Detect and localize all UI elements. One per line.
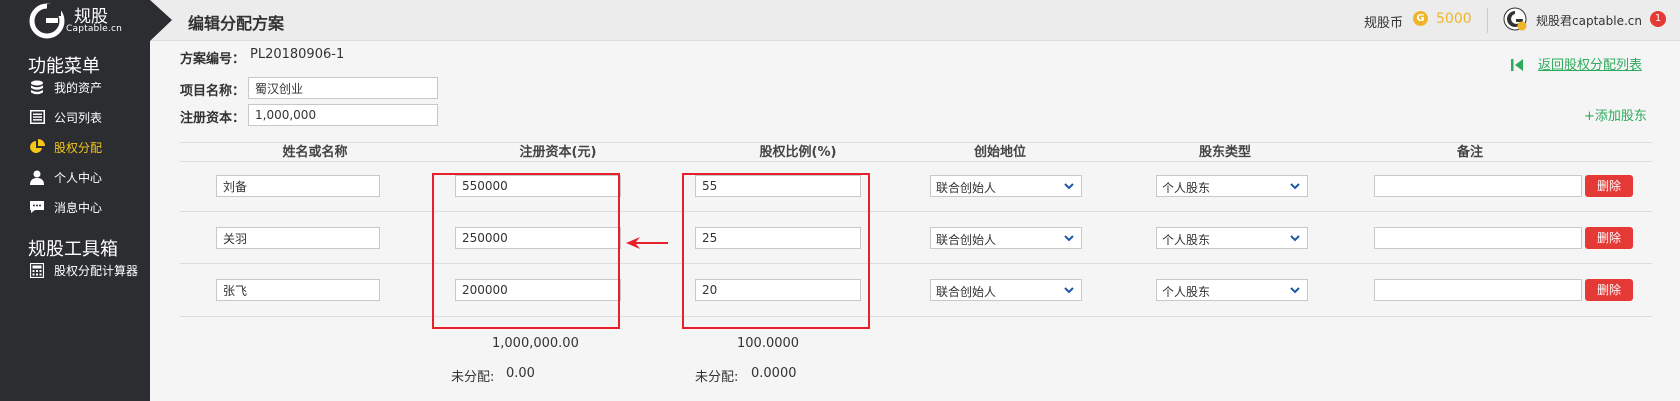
- founder-select[interactable]: 联合创始人: [930, 279, 1082, 301]
- sidebar-item-label: 股权分配: [54, 140, 103, 155]
- note-input[interactable]: [1374, 279, 1582, 301]
- sidebar-item-label: 个人中心: [54, 170, 103, 185]
- shareholder-type-select[interactable]: 个人股东: [1156, 227, 1308, 249]
- logo[interactable]: 规股 Captable.cn: [0, 0, 150, 41]
- notification-badge[interactable]: 1: [1650, 11, 1666, 27]
- add-shareholder-link[interactable]: +添加股东: [1584, 105, 1647, 124]
- sidebar-item-assets[interactable]: 我的资产: [28, 77, 102, 97]
- brand-sub: Captable.cn: [66, 24, 123, 34]
- founder-select-value: 联合创始人: [936, 233, 997, 247]
- avatar[interactable]: [1502, 6, 1528, 32]
- chevron-down-icon: [1064, 235, 1074, 242]
- header-divider: [1487, 8, 1488, 33]
- type-select-value: 个人股东: [1162, 285, 1211, 299]
- database-icon: [28, 79, 46, 95]
- sidebar-item-messages[interactable]: 消息中心: [28, 197, 102, 217]
- name-input[interactable]: [216, 227, 380, 249]
- sidebar-item-label: 消息中心: [54, 200, 103, 215]
- calculator-icon: [28, 262, 46, 278]
- capital-input[interactable]: [248, 104, 438, 126]
- coin-label: 规股币: [1364, 16, 1404, 31]
- capital-unallocated-label: 未分配:: [451, 370, 495, 385]
- col-header-capital: 注册资本(元): [519, 145, 597, 160]
- chevron-down-icon: [1290, 287, 1300, 294]
- founder-select[interactable]: 联合创始人: [930, 227, 1082, 249]
- menu-section-title: 功能菜单: [28, 56, 100, 77]
- name-input[interactable]: [216, 175, 380, 197]
- row-divider: [180, 211, 1652, 212]
- sidebar-item-profile[interactable]: 个人中心: [28, 167, 102, 187]
- type-select-value: 个人股东: [1162, 233, 1211, 247]
- row-divider: [180, 316, 1652, 317]
- col-header-founder: 创始地位: [973, 145, 1026, 160]
- back-arrow-icon: [1511, 59, 1523, 71]
- ratio-unallocated-label: 未分配:: [695, 370, 739, 385]
- app-root: 规股 Captable.cn 功能菜单 我的资产 公司列表 股权分配 个人中心 …: [0, 0, 1680, 401]
- page-title: 编辑分配方案: [188, 14, 285, 33]
- col-header-name: 姓名或名称: [282, 145, 348, 160]
- logo-icon: [29, 3, 65, 39]
- ratio-unallocated-value: 0.0000: [751, 366, 797, 381]
- arrow-left-icon: [626, 237, 668, 249]
- message-icon: [28, 199, 46, 215]
- sidebar-item-label: 股权分配计算器: [54, 263, 139, 278]
- col-header-ratio: 股权比例(%): [759, 145, 837, 160]
- delete-button[interactable]: 删除: [1585, 175, 1633, 197]
- pie-chart-icon: [28, 139, 46, 155]
- chevron-down-icon: [1290, 235, 1300, 242]
- sidebar-item-label: 公司列表: [54, 110, 103, 125]
- coin-icon: G: [1413, 11, 1428, 26]
- list-icon: [28, 109, 46, 125]
- ratio-total: 100.0000: [737, 336, 800, 351]
- type-select-value: 个人股东: [1162, 181, 1211, 195]
- founder-select[interactable]: 联合创始人: [930, 175, 1082, 197]
- project-name-input[interactable]: [248, 77, 438, 99]
- user-name[interactable]: 规股君captable.cn: [1536, 12, 1642, 29]
- founder-select-value: 联合创始人: [936, 181, 997, 195]
- col-header-note: 备注: [1456, 145, 1483, 160]
- shareholder-type-select[interactable]: 个人股东: [1156, 279, 1308, 301]
- row-divider: [180, 263, 1652, 264]
- capital-column-highlight: [432, 173, 620, 329]
- note-input[interactable]: [1374, 175, 1582, 197]
- coin-balance: 5000: [1436, 11, 1472, 27]
- plan-no-label: 方案编号：: [180, 52, 246, 67]
- shareholder-type-select[interactable]: 个人股东: [1156, 175, 1308, 197]
- chevron-down-icon: [1290, 183, 1300, 190]
- sidebar-item-label: 我的资产: [54, 80, 103, 95]
- chevron-down-icon: [1064, 183, 1074, 190]
- delete-button[interactable]: 删除: [1585, 279, 1633, 301]
- tools-section-title: 规股工具箱: [28, 239, 118, 260]
- sidebar-item-companies[interactable]: 公司列表: [28, 107, 102, 127]
- chevron-down-icon: [1064, 287, 1074, 294]
- founder-select-value: 联合创始人: [936, 285, 997, 299]
- project-name-label: 项目名称：: [180, 84, 246, 99]
- ratio-column-highlight: [682, 173, 870, 329]
- sidebar-item-calculator[interactable]: 股权分配计算器: [28, 260, 138, 280]
- capital-unallocated-value: 0.00: [506, 366, 535, 381]
- capital-label: 注册资本：: [180, 111, 246, 126]
- table-header-divider: [180, 161, 1652, 162]
- delete-button[interactable]: 删除: [1585, 227, 1633, 249]
- note-input[interactable]: [1374, 227, 1582, 249]
- plan-no-value: PL20180906-1: [250, 47, 345, 62]
- col-header-type: 股东类型: [1198, 145, 1251, 160]
- header: 编辑分配方案 规股币 G 5000 规股君captable.cn 1: [150, 0, 1680, 41]
- user-icon: [28, 169, 46, 185]
- main-content: 方案编号： PL20180906-1 项目名称： 注册资本： 返回股权分配列表 …: [150, 41, 1680, 401]
- sidebar-item-equity[interactable]: 股权分配: [28, 137, 102, 157]
- capital-total: 1,000,000.00: [492, 336, 579, 351]
- sidebar: 规股 Captable.cn 功能菜单 我的资产 公司列表 股权分配 个人中心 …: [0, 0, 150, 401]
- name-input[interactable]: [216, 279, 380, 301]
- back-to-list-link[interactable]: 返回股权分配列表: [1538, 54, 1642, 73]
